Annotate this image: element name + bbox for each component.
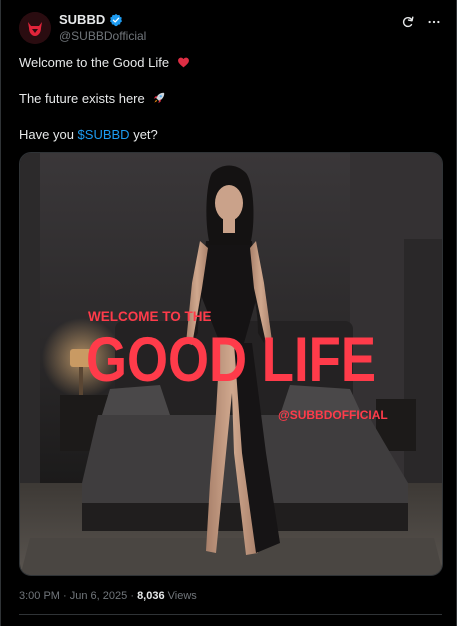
post-line-2: The future exists here	[19, 91, 166, 106]
post-line-1-text: Welcome to the Good Life	[19, 55, 170, 70]
devil-logo-icon	[19, 12, 51, 44]
post-line-3: Have you $SUBBD yet?	[19, 127, 158, 142]
display-name[interactable]: SUBBD	[59, 12, 105, 27]
top-actions	[400, 14, 442, 30]
tweet-card: SUBBD @SUBBDofficial Welcome to the Good…	[0, 0, 457, 626]
post-meta: 3:00 PM · Jun 6, 2025 · 8,036 Views	[19, 590, 197, 602]
author-handle[interactable]: @SUBBDofficial	[59, 29, 146, 43]
post-line-1: Welcome to the Good Life	[19, 55, 190, 70]
divider	[19, 614, 442, 615]
more-dots-icon[interactable]	[426, 14, 442, 30]
rocket-icon	[154, 92, 165, 104]
cashtag-link[interactable]: $SUBBD	[78, 127, 130, 142]
post-line-3-after: yet?	[133, 127, 158, 142]
avatar[interactable]	[19, 12, 51, 44]
promo-image-illustration: WELCOME TO THE GOOD LIFE @SUBBDOFFICIAL	[20, 153, 442, 575]
image-watermark: @SUBBDOFFICIAL	[278, 408, 388, 422]
post-date[interactable]: Jun 6, 2025	[70, 590, 128, 602]
headline-small: WELCOME TO THE	[88, 309, 212, 324]
post-image[interactable]: WELCOME TO THE GOOD LIFE @SUBBDOFFICIAL	[19, 152, 443, 576]
grok-refresh-icon[interactable]	[400, 14, 416, 30]
verified-badge-icon	[110, 13, 123, 26]
post-line-2-text: The future exists here	[19, 91, 145, 106]
post-time[interactable]: 3:00 PM	[19, 590, 60, 602]
meta-separator: ·	[63, 590, 67, 602]
views-label: Views	[167, 590, 197, 602]
author-name-row[interactable]: SUBBD	[59, 12, 123, 27]
heart-icon	[177, 57, 189, 68]
views-count[interactable]: 8,036	[137, 590, 165, 602]
meta-separator-2: ·	[130, 590, 134, 602]
post-line-3-before: Have you	[19, 127, 74, 142]
headline-large: GOOD LIFE	[86, 325, 376, 395]
